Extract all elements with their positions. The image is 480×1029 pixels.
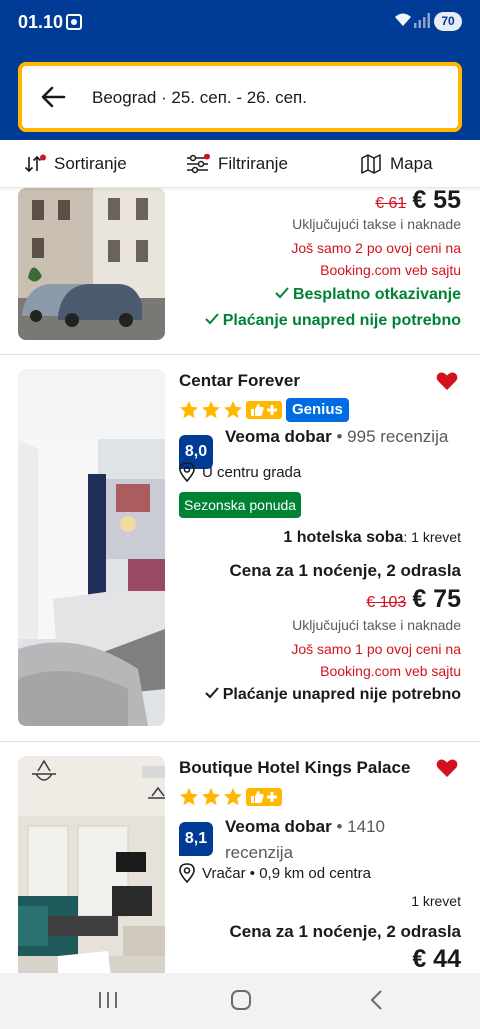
heart-icon[interactable] xyxy=(436,758,458,778)
star-icon xyxy=(180,401,198,419)
scarcity-note: Booking.com veb sajtu xyxy=(320,262,461,278)
review-count: • 1410 xyxy=(336,817,386,836)
star-icon xyxy=(224,788,242,806)
map-button[interactable]: Mapa xyxy=(360,150,433,178)
property-photo[interactable] xyxy=(18,756,165,973)
property-card[interactable]: € 61 € 55 Uključujući takse i naknade Još… xyxy=(0,188,480,354)
search-summary-text[interactable]: Beograd · 25. сеп. - 26. сеп. xyxy=(92,88,307,108)
no-prepay-line: Plaćanje unapred nije potrebno xyxy=(205,312,461,330)
property-photo[interactable] xyxy=(18,188,165,340)
back-nav-icon[interactable] xyxy=(368,987,386,1013)
home-icon[interactable] xyxy=(230,987,252,1013)
property-photo[interactable] xyxy=(18,369,165,726)
screen-record-icon xyxy=(66,14,82,30)
scarcity-note: Booking.com veb sajtu xyxy=(320,663,461,679)
checkmark-icon xyxy=(275,287,289,299)
location-text: U centru grada xyxy=(202,463,302,481)
filter-label: Filtriranje xyxy=(218,154,288,173)
star-icon xyxy=(202,401,220,419)
status-bar: 01.10 70 xyxy=(0,0,480,48)
scarcity-note: Još samo 1 po ovoj ceni na xyxy=(291,641,461,657)
property-title[interactable]: Boutique Hotel Kings Palace xyxy=(179,758,410,778)
scarcity-note: Još samo 2 po ovoj ceni na xyxy=(291,240,461,256)
location-pin-icon xyxy=(179,863,195,883)
back-arrow-icon[interactable] xyxy=(40,84,66,110)
review-count-cont: recenzija xyxy=(225,843,294,862)
price-line: € 103 € 75 xyxy=(366,585,461,614)
property-photo-image xyxy=(18,188,165,340)
property-title[interactable]: Centar Forever xyxy=(179,371,300,391)
property-photo-image xyxy=(18,369,165,726)
location-pin-icon xyxy=(179,462,195,482)
free-cancel-line: Besplatno otkazivanje xyxy=(275,286,461,304)
price-new: € 44 xyxy=(412,945,461,973)
review-count: • 995 recenzija xyxy=(336,427,449,446)
room-line: 1 hotelska soba: 1 krevet xyxy=(283,529,461,547)
room-line: 1 krevet xyxy=(411,893,461,911)
filter-icon xyxy=(187,154,210,174)
location-line: U centru grada xyxy=(179,462,301,482)
price-old: € 103 xyxy=(366,594,407,611)
price-for: Cena za 1 noćenje, 2 odrasla xyxy=(229,561,461,580)
taxes-note: Uključujući takse i naknade xyxy=(292,617,461,633)
property-card[interactable]: Centar Forever Genius 8,0 Veoma dobar • … xyxy=(0,355,480,741)
deal-badge: Sezonska ponuda xyxy=(179,492,302,518)
price-for: Cena za 1 noćenje, 2 odrasla xyxy=(229,922,461,941)
thumbs-plus-icon xyxy=(246,788,282,806)
sort-icon xyxy=(24,154,46,173)
sort-label: Sortiranje xyxy=(54,154,127,173)
star-rating xyxy=(179,786,286,808)
genius-badge: Genius xyxy=(286,398,349,422)
price-new: € 75 xyxy=(412,585,461,613)
signal-icon xyxy=(414,13,430,28)
search-summary-box[interactable]: Beograd · 25. сеп. - 26. сеп. xyxy=(18,62,462,132)
status-time: 01.10 xyxy=(18,12,64,32)
rating-line: Veoma dobar • 1410 recenzija xyxy=(225,814,385,866)
filter-button[interactable]: Filtriranje xyxy=(186,150,288,178)
price-new: € 55 xyxy=(412,188,461,214)
thumbs-plus-icon xyxy=(246,401,282,419)
no-prepay-text: Plaćanje unapred nije potrebno xyxy=(222,312,461,329)
rating-word: Veoma dobar xyxy=(225,817,332,836)
no-prepay-line: Plaćanje unapred nije potrebno xyxy=(205,686,461,704)
app-header: 01.10 70 Beograd · 25. сеп. - 26. сеп. xyxy=(0,0,480,140)
map-icon xyxy=(361,154,381,174)
price-line: € 61 € 55 xyxy=(375,188,461,215)
star-icon xyxy=(202,788,220,806)
taxes-note: Uključujući takse i naknade xyxy=(292,216,461,232)
battery-indicator: 70 xyxy=(434,12,462,31)
room-beds: : 1 krevet xyxy=(403,529,461,545)
star-rating: Genius xyxy=(179,398,349,422)
star-icon xyxy=(180,788,198,806)
price-line: € 44 xyxy=(412,945,461,973)
room-type: 1 hotelska soba xyxy=(283,529,404,546)
map-label: Mapa xyxy=(390,154,433,173)
price-old: € 61 xyxy=(375,195,407,212)
wifi-icon xyxy=(395,13,411,26)
rating-line: Veoma dobar • 995 recenzija xyxy=(225,427,448,447)
rating-word: Veoma dobar xyxy=(225,427,332,446)
location-text: Vračar • 0,9 km od centra xyxy=(202,864,371,882)
location-line: Vračar • 0,9 km od centra xyxy=(179,863,371,883)
heart-icon[interactable] xyxy=(436,371,458,391)
property-card[interactable]: Boutique Hotel Kings Palace 8,1 Veoma do… xyxy=(0,742,480,973)
no-prepay-text: Plaćanje unapred nije potrebno xyxy=(222,686,461,703)
system-nav-bar xyxy=(0,973,480,1029)
results-list: € 61 € 55 Uključujući takse i naknade Još… xyxy=(0,188,480,973)
checkmark-icon xyxy=(205,313,219,325)
review-score: 8,1 xyxy=(179,822,213,856)
checkmark-icon xyxy=(205,687,219,699)
recents-icon[interactable] xyxy=(98,987,118,1013)
star-icon xyxy=(224,401,242,419)
screen: 01.10 70 Beograd · 25. сеп. - 26. сеп. S… xyxy=(0,0,480,1029)
results-toolbar: Sortiranje Filtriranje Mapa xyxy=(0,140,480,188)
room-beds: 1 krevet xyxy=(411,893,461,909)
sort-button[interactable]: Sortiranje xyxy=(24,150,127,178)
free-cancel-text: Besplatno otkazivanje xyxy=(292,286,461,303)
property-photo-image xyxy=(18,756,165,973)
